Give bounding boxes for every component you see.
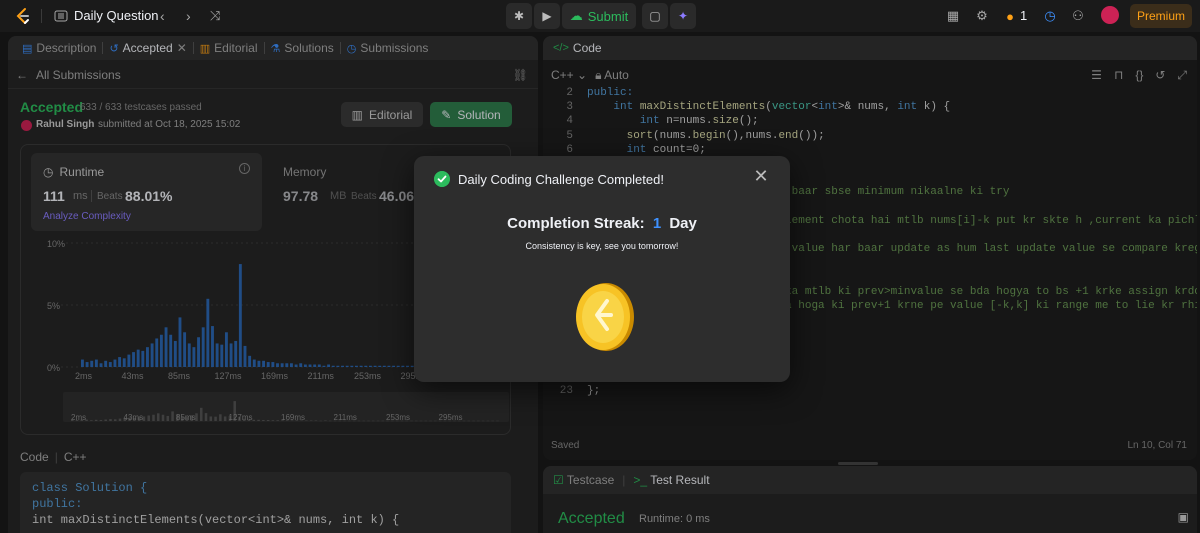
divider — [41, 9, 42, 23]
gear-icon[interactable]: ⚙ — [972, 6, 992, 26]
run-toolbar: ✱ ▶ ☁ Submit ▢ ✦ — [506, 3, 696, 29]
timer-icon[interactable]: ◷ — [1040, 6, 1060, 26]
submit-button[interactable]: ☁ Submit — [562, 3, 636, 29]
add-friend-icon[interactable]: ⚇ — [1068, 6, 1088, 26]
ai-button[interactable]: ✦ — [670, 3, 696, 29]
debug-button[interactable]: ✱ — [506, 3, 532, 29]
chevron-left-icon[interactable]: ‹ — [160, 8, 172, 24]
run-button[interactable]: ▶ — [534, 3, 560, 29]
play-icon: ▶ — [542, 9, 552, 23]
note-icon: ▢ — [649, 9, 661, 23]
modal-message: Consistency is key, see you tomorrow! — [525, 241, 679, 251]
coin-icon — [576, 283, 634, 351]
submit-label: Submit — [587, 8, 629, 24]
check-circle-icon — [434, 171, 450, 187]
top-bar: Daily Question ‹ › ⤨ ✱ ▶ ☁ Submit ▢ ✦ ▦ … — [0, 0, 1200, 32]
streak-count[interactable]: 1 — [1020, 8, 1027, 23]
sparkle-icon: ✦ — [677, 9, 689, 23]
daily-challenge-modal: Daily Coding Challenge Completed! ✕ Comp… — [414, 156, 790, 382]
cloud-upload-icon: ☁ — [569, 8, 583, 23]
bug-icon: ✱ — [513, 9, 525, 23]
leetcode-logo-icon[interactable] — [14, 7, 32, 25]
streak-label: Completion Streak: — [507, 215, 645, 232]
modal-title: Daily Coding Challenge Completed! — [458, 172, 664, 187]
premium-button[interactable]: Premium — [1130, 4, 1192, 28]
shuffle-icon[interactable]: ⤨ — [210, 8, 226, 24]
notes-button[interactable]: ▢ — [642, 3, 668, 29]
layout-icon[interactable]: ▦ — [943, 6, 963, 26]
avatar[interactable] — [1101, 6, 1119, 24]
streak-unit: Day — [669, 215, 697, 232]
streak-value: 1 — [652, 215, 662, 232]
chevron-right-icon[interactable]: › — [186, 8, 198, 24]
close-icon[interactable]: ✕ — [753, 167, 769, 185]
problem-list-icon[interactable] — [54, 9, 68, 23]
flame-icon[interactable]: ● — [1000, 6, 1020, 26]
streak-line: Completion Streak: 1 Day — [414, 215, 790, 232]
daily-question-title[interactable]: Daily Question — [74, 8, 159, 23]
